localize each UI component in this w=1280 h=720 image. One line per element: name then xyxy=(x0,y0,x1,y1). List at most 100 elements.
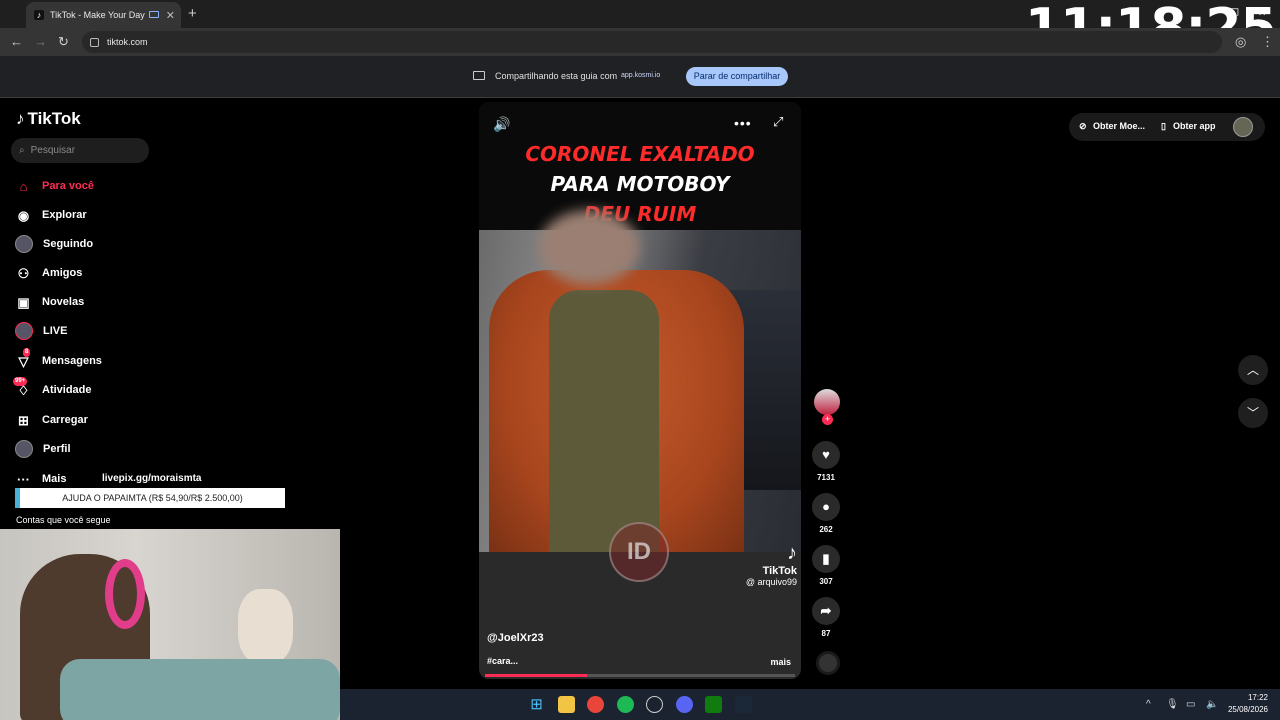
follow-plus-icon[interactable]: + xyxy=(822,414,833,425)
sidebar-item-amigos[interactable]: ⚇ Amigos xyxy=(15,262,83,284)
sidebar-item-label: Seguindo xyxy=(43,238,94,250)
friends-icon: ⚇ xyxy=(17,265,30,281)
sidebar-item-label: LIVE xyxy=(43,325,68,337)
comment-button[interactable]: ● 262 xyxy=(811,493,841,534)
id-watermark-logo: ID xyxy=(609,522,669,582)
creator-avatar[interactable] xyxy=(814,389,840,415)
coin-icon: ⊘ xyxy=(1079,121,1087,131)
app-icon[interactable] xyxy=(646,696,663,713)
notification-badge: 8 xyxy=(23,347,31,357)
sidebar-item-seguindo[interactable]: Seguindo xyxy=(15,233,93,255)
address-bar[interactable]: tiktok.com xyxy=(82,31,1222,53)
streamer-webcam xyxy=(0,529,340,720)
teddy-bear xyxy=(238,589,293,664)
share-button[interactable]: ➦ 87 xyxy=(811,597,841,638)
tray-chevron-icon[interactable]: ^ xyxy=(1146,699,1151,710)
headline-line-1: CORONEL EXALTADO xyxy=(525,142,755,166)
profile-icon[interactable]: ◎ xyxy=(1235,34,1246,50)
home-icon: ⌂ xyxy=(19,178,28,194)
user-avatar[interactable] xyxy=(1233,117,1253,137)
video-author[interactable]: @JoelXr23 xyxy=(487,632,544,644)
chevron-up-icon: ︿ xyxy=(1246,363,1259,377)
sidebar-item-label: Explorar xyxy=(42,209,87,221)
tiktok-logo[interactable]: ♪ TikTok xyxy=(16,109,81,129)
comment-icon: ● xyxy=(812,493,840,521)
volume-icon[interactable]: 🔊 xyxy=(493,116,510,133)
music-disc-icon[interactable] xyxy=(816,651,840,675)
get-app-button[interactable]: Obter app xyxy=(1173,121,1216,131)
share-count: 87 xyxy=(821,629,831,638)
sharing-domain: app.kosmi.io xyxy=(621,72,661,79)
person-shirt xyxy=(549,290,659,552)
blanket xyxy=(60,659,340,720)
chevron-down-icon: ﹀ xyxy=(1246,406,1259,420)
sidebar-item-label: Para você xyxy=(42,180,94,192)
speaker-icon[interactable]: 🔈 xyxy=(1206,699,1218,710)
sidebar-item-live[interactable]: LIVE xyxy=(15,320,67,342)
spotify-icon[interactable] xyxy=(617,696,634,713)
url-text: tiktok.com xyxy=(107,37,148,47)
close-tab-icon[interactable]: ✕ xyxy=(166,9,175,22)
windows-start-icon[interactable]: ⊞ xyxy=(528,696,545,713)
browser-tab[interactable]: ♪ TikTok - Make Your Day ✕ xyxy=(26,2,181,28)
cast-icon xyxy=(149,11,159,18)
sidebar-item-carregar[interactable]: ⊞ Carregar xyxy=(15,409,88,431)
xbox-icon[interactable] xyxy=(705,696,722,713)
sidebar-item-mensagens[interactable]: ▽ 8 Mensagens xyxy=(15,347,102,372)
like-button[interactable]: ♥ 7131 xyxy=(811,441,841,482)
sidebar-item-explorar[interactable]: ◉ Explorar xyxy=(15,204,87,226)
sidebar-item-label: Atividade xyxy=(42,384,92,396)
search-input[interactable]: ⌕ Pesquisar xyxy=(11,138,149,163)
more-caption-link[interactable]: mais xyxy=(770,657,791,667)
stop-sharing-button[interactable]: Parar de compartilhar xyxy=(686,67,788,86)
microphone-icon[interactable]: 🎙 xyxy=(1166,699,1179,710)
sharing-bar: Compartilhando esta guia com app.kosmi.i… xyxy=(0,56,1280,98)
menu-icon[interactable]: ⋮ xyxy=(1261,34,1274,50)
steam-icon[interactable] xyxy=(735,696,752,713)
upload-icon: ⊞ xyxy=(18,412,29,428)
sidebar-item-novelas[interactable]: ▣ Novelas xyxy=(15,291,84,313)
blurred-face xyxy=(539,210,639,285)
get-coins-button[interactable]: Obter Moe... xyxy=(1093,121,1145,131)
reload-icon[interactable]: ↻ xyxy=(58,34,69,50)
next-video-button[interactable]: ﹀ xyxy=(1238,398,1268,428)
video-progress-fill xyxy=(485,674,588,677)
notification-badge: 99+ xyxy=(13,376,28,386)
sidebar-item-mais[interactable]: ··· Mais xyxy=(15,468,66,490)
taskbar-clock[interactable]: 17:22 25/08/2026 xyxy=(1220,692,1268,716)
new-tab-button[interactable]: + xyxy=(188,5,197,22)
video-player[interactable]: CORONEL EXALTADO PARA MOTOBOY DEU RUIM I… xyxy=(479,102,801,679)
more-options-icon[interactable]: ••• xyxy=(734,115,752,131)
profile-avatar xyxy=(15,440,33,458)
donation-goal-bar: AJUDA O PAPAIMTA (R$ 54,90/R$ 2.500,00) xyxy=(15,488,285,508)
site-info-icon[interactable] xyxy=(90,37,99,47)
headline-line-3: DEU RUIM xyxy=(583,202,697,226)
previous-video-button[interactable]: ︿ xyxy=(1238,355,1268,385)
back-icon[interactable]: ← xyxy=(10,34,23,49)
video-progress-bar[interactable] xyxy=(485,674,795,677)
file-explorer-icon[interactable] xyxy=(558,696,575,713)
discord-icon[interactable] xyxy=(676,696,693,713)
chrome-icon[interactable] xyxy=(587,696,604,713)
save-count: 307 xyxy=(819,577,833,586)
pink-headset xyxy=(105,559,145,629)
tiktok-note-icon: ♪ xyxy=(16,109,25,128)
sidebar-item-label: Mensagens xyxy=(42,355,102,367)
video-title-area: CORONEL EXALTADO PARA MOTOBOY DEU RUIM xyxy=(479,102,801,230)
sidebar-item-label: Novelas xyxy=(42,296,85,308)
sidebar-item-atividade[interactable]: ♢ 99+ Atividade xyxy=(13,376,92,401)
sidebar-item-perfil[interactable]: Perfil xyxy=(15,438,71,460)
sidebar-item-label: Perfil xyxy=(43,443,71,455)
send-icon: ▽ 8 xyxy=(18,347,31,369)
sidebar-item-label: Carregar xyxy=(42,414,88,426)
sidebar-item-para-voce[interactable]: ⌂ Para você xyxy=(15,175,94,197)
avatar-icon xyxy=(15,235,33,253)
video-caption[interactable]: #cara... xyxy=(487,656,518,666)
tiktok-note-icon: ♪ xyxy=(787,542,797,564)
taskbar-time: 17:22 xyxy=(1247,693,1268,702)
forward-icon[interactable]: → xyxy=(34,34,47,49)
save-button[interactable]: ▮ 307 xyxy=(811,545,841,586)
fullscreen-icon[interactable]: ⤢ xyxy=(773,114,783,130)
network-icon[interactable]: ▭ xyxy=(1186,699,1195,710)
film-icon: ▣ xyxy=(17,294,30,310)
